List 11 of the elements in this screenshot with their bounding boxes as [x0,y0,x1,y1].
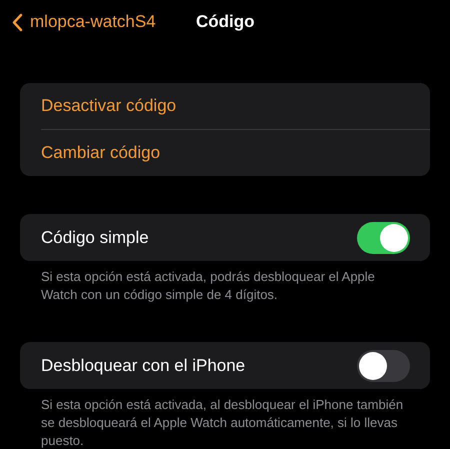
toggle-switch[interactable] [357,350,410,382]
chevron-left-icon [12,12,23,32]
page-title: Código [196,12,255,32]
setting-description: Si esta opción está activada, podrás desbloquear el Apple Watch con un código simple de 4 dígitos. [40,268,376,304]
setting-label: Código simple [41,228,149,248]
back-link[interactable]: mlopca-watchS4 [12,12,156,32]
action-button[interactable]: Desactivar código [20,83,430,129]
toggle-switch[interactable] [357,222,410,254]
action-button[interactable]: Cambiar código [20,130,430,176]
setting-label: Desbloquear con el iPhone [41,356,246,376]
setting-description: Si esta opción está activada, al desbloquear el iPhone también se desbloqueará el Apple Watch automáticamente, si lo llevas puesto. [40,396,404,449]
